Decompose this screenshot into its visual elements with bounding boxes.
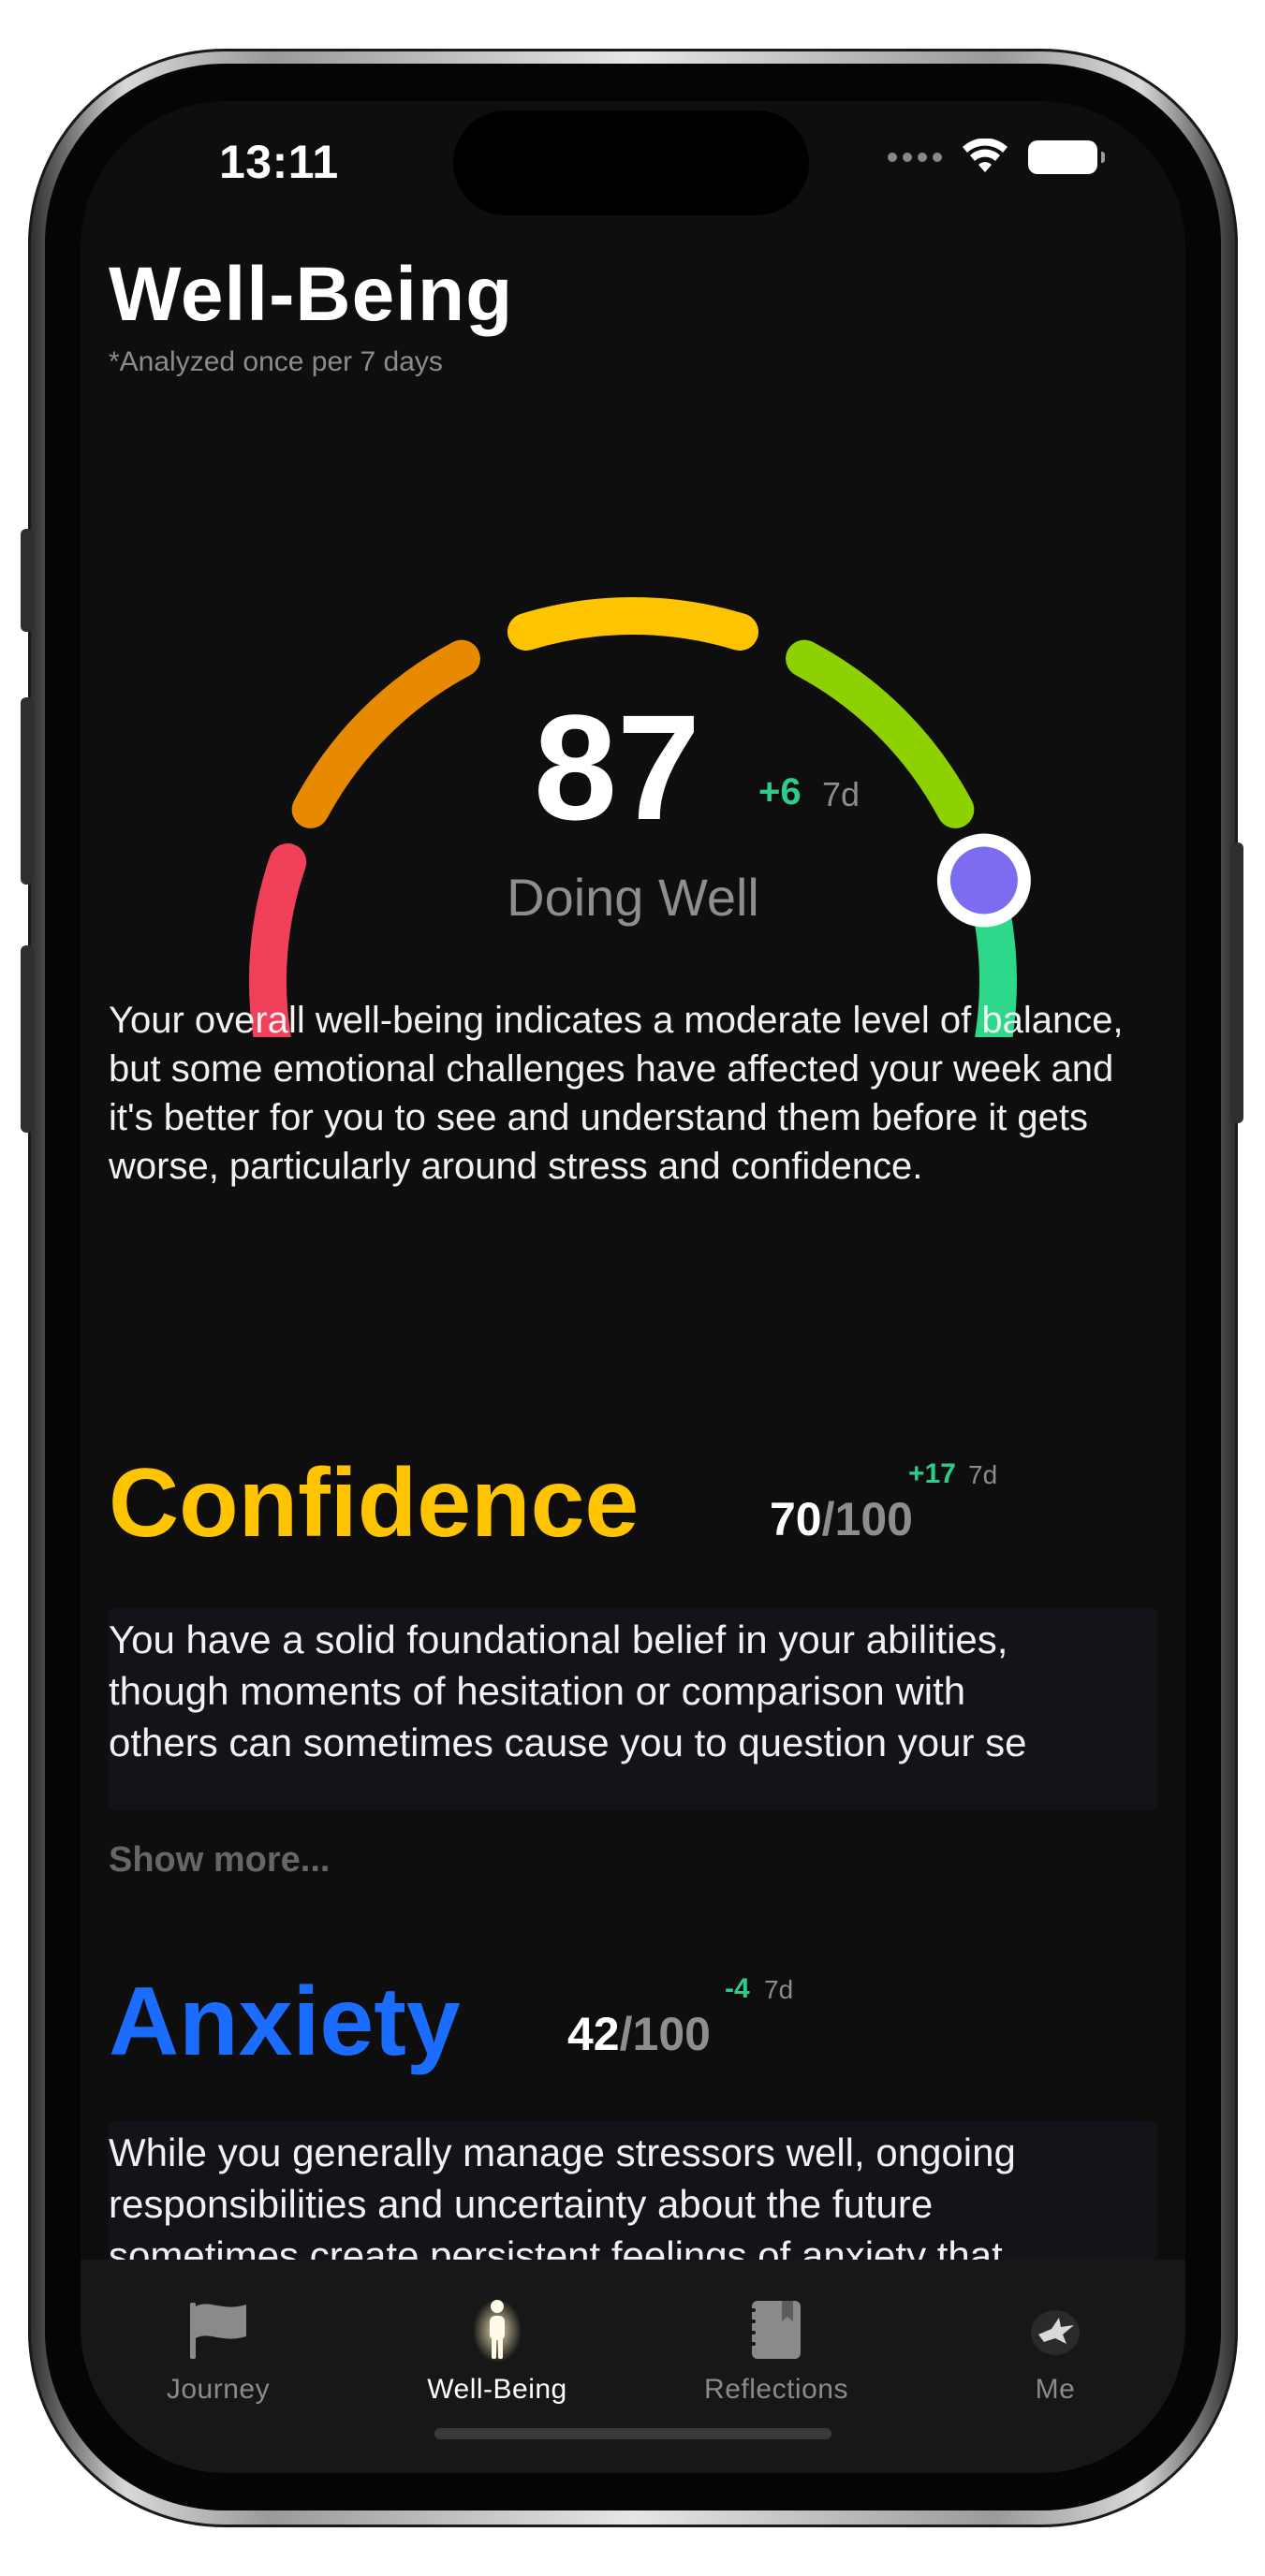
- anxiety-line: responsibilities and uncertainty about t…: [109, 2182, 934, 2226]
- tab-well-being-label: Well-Being: [427, 2374, 567, 2405]
- gauge-segment-yellow: [507, 597, 759, 651]
- page-title: Well-Being: [109, 252, 514, 337]
- overall-delta-period: 7d: [822, 775, 860, 813]
- person-icon: [460, 2297, 535, 2363]
- anxiety-delta-period: 7d: [764, 1975, 794, 2004]
- tab-journey[interactable]: Journey: [106, 2297, 331, 2406]
- confidence-line: though moments of hesitation or comparis…: [109, 1669, 966, 1713]
- tab-me[interactable]: Me: [943, 2297, 1168, 2406]
- bird-icon: [1018, 2297, 1093, 2363]
- flag-icon: [181, 2297, 256, 2363]
- wifi-icon: [963, 139, 1008, 172]
- page-subtitle: *Analyzed once per 7 days: [109, 346, 443, 377]
- confidence-card: You have a solid foundational belief in …: [109, 1608, 1157, 1810]
- confidence-score: 70/100: [770, 1492, 913, 1546]
- confidence-score-max: /100: [821, 1493, 913, 1545]
- cellular-signal-icon: [888, 153, 942, 162]
- anxiety-score-max: /100: [619, 2008, 711, 2060]
- status-icons: [888, 139, 1105, 176]
- action-button: [21, 529, 34, 632]
- anxiety-line: While you generally manage stressors wel…: [109, 2130, 1016, 2174]
- tab-bar: Journey Well-Being Reflections Me: [81, 2260, 1185, 2473]
- confidence-score-value: 70: [770, 1493, 822, 1545]
- anxiety-description: While you generally manage stressors wel…: [109, 2127, 1157, 2281]
- dynamic-island: [453, 110, 809, 215]
- gauge-segment-orange: [291, 639, 480, 828]
- overall-summary: Your overall well-being indicates a mode…: [109, 1000, 1124, 1187]
- power-button: [1230, 842, 1243, 1123]
- anxiety-score-value: 42: [567, 2008, 620, 2060]
- confidence-show-more[interactable]: Show more...: [109, 1840, 330, 1881]
- volume-down-button: [21, 945, 34, 1133]
- tab-me-label: Me: [1035, 2374, 1076, 2405]
- notebook-icon: [739, 2297, 814, 2363]
- confidence-description: You have a solid foundational belief in …: [109, 1614, 1157, 1768]
- volume-up-button: [21, 697, 34, 885]
- tab-reflections[interactable]: Reflections: [664, 2297, 889, 2406]
- anxiety-delta: -4: [725, 1973, 750, 2004]
- confidence-line: You have a solid foundational belief in …: [109, 1617, 1008, 1661]
- status-time: 13:11: [219, 136, 339, 188]
- confidence-delta-period: 7d: [968, 1460, 998, 1489]
- tab-reflections-label: Reflections: [704, 2374, 848, 2405]
- overall-status: Doing Well: [507, 868, 759, 927]
- overall-score: 87: [534, 683, 700, 851]
- anxiety-title: Anxiety: [109, 1968, 461, 2076]
- anxiety-score: 42/100: [567, 2007, 711, 2061]
- tab-journey-label: Journey: [166, 2374, 271, 2405]
- confidence-delta: +17: [908, 1458, 956, 1489]
- confidence-line: others can sometimes cause you to questi…: [109, 1720, 1027, 1764]
- home-indicator: [434, 2428, 831, 2439]
- overall-delta: +6: [758, 771, 802, 812]
- tab-well-being[interactable]: Well-Being: [385, 2297, 610, 2406]
- confidence-title: Confidence: [109, 1449, 640, 1558]
- screen: 13:11 Well-Being *Analyzed once per 7 da…: [81, 101, 1185, 2473]
- battery-icon: [1028, 140, 1105, 174]
